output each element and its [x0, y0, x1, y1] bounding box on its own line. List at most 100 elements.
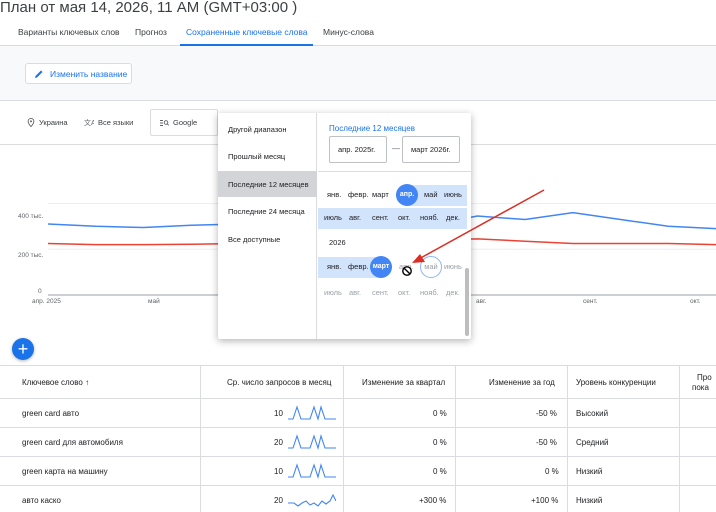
month-cell[interactable]: февр. [348, 190, 369, 199]
year-label: 2026 [329, 238, 346, 247]
month-cell[interactable]: февр. [348, 262, 369, 271]
month-cell-disabled: окт. [398, 288, 411, 297]
searches-cell: 10 [274, 467, 283, 476]
sort-arrow-icon: ↑ [85, 378, 90, 387]
x-tick-label: май [148, 298, 160, 305]
table-row[interactable]: green карта на машину 10 0 % 0 % Низкий [0, 457, 716, 486]
keyword-cell: green card для автомобиля [22, 438, 123, 447]
tab-saved-keywords[interactable]: Сохраненные ключевые слова [186, 27, 308, 37]
trend-sparkline [288, 434, 336, 450]
range-start-month[interactable]: апр. [396, 184, 418, 206]
month-cell[interactable]: июль [324, 213, 342, 222]
month-cell[interactable]: июнь [444, 190, 462, 199]
month-row-2025-second: июль авг. сент. окт. нояб. дек. [318, 208, 471, 229]
range-separator: — [392, 144, 400, 153]
table-row[interactable]: green card авто 10 0 % -50 % Высокий [0, 399, 716, 428]
header-keyword-label: Ключевое слово [22, 378, 83, 387]
month-cell-disabled: нояб. [420, 288, 439, 297]
month-cell[interactable]: янв. [327, 190, 341, 199]
month-cell[interactable]: март [372, 190, 389, 199]
current-month: май [420, 256, 442, 278]
rename-label: Изменить название [50, 68, 128, 79]
competition-cell: Средний [576, 438, 609, 447]
month-cell[interactable]: авг. [349, 213, 361, 222]
start-date-field[interactable]: апр. 2025г. [329, 136, 387, 163]
date-range-options: Другой диапазон Прошлый месяц Последние … [218, 113, 317, 339]
pencil-icon [35, 70, 43, 78]
header-quarter-change[interactable]: Изменение за квартал [362, 378, 445, 387]
month-cell[interactable]: май [424, 190, 438, 199]
range-end-month[interactable]: март [370, 256, 392, 278]
keyword-cell: green карта на машину [22, 467, 108, 476]
month-cell[interactable]: нояб. [420, 213, 439, 222]
language-filter[interactable]: 文A Все языки [84, 118, 133, 127]
page-title: План от мая 14, 2026, 11 AM (GMT+03:00 ) [0, 0, 298, 16]
month-cell[interactable]: окт. [398, 213, 410, 222]
rename-button[interactable]: Изменить название [25, 63, 132, 84]
option-last-month[interactable]: Прошлый месяц [218, 143, 317, 169]
header-year-change[interactable]: Изменение за год [489, 378, 555, 387]
quarter-change-cell: 0 % [433, 409, 447, 418]
option-last-24-months[interactable]: Последние 24 месяца [218, 198, 317, 224]
table-row[interactable]: авто каско 20 +300 % +100 % Низкий [0, 486, 716, 512]
y-tick-label: 0 [38, 288, 42, 295]
competition-cell: Низкий [576, 467, 603, 476]
quarter-change-cell: 0 % [433, 438, 447, 447]
table-row[interactable]: green card для автомобиля 20 0 % -50 % С… [0, 428, 716, 457]
year-change-cell: -50 % [536, 438, 557, 447]
range-title: Последние 12 месяцев [329, 124, 415, 133]
calendar-divider [318, 171, 471, 172]
tab-keyword-ideas[interactable]: Варианты ключевых слов [18, 27, 120, 37]
month-row-2026-second: июль авг. сент. окт. нояб. дек. [318, 283, 471, 304]
plus-icon: + [17, 339, 29, 359]
trend-sparkline [288, 493, 336, 507]
month-row-2025-first: янв. февр. март апр. май июнь [318, 184, 471, 206]
x-tick-label: авг. [476, 298, 487, 305]
quarter-change-cell: 0 % [433, 467, 447, 476]
network-label: Google [173, 118, 198, 127]
option-custom-range[interactable]: Другой диапазон [218, 116, 317, 142]
option-all-available[interactable]: Все доступные [218, 226, 317, 252]
month-row-2026-first: янв. февр. март апр. май июнь [318, 256, 471, 278]
keyword-cell: авто каско [22, 496, 61, 505]
location-filter[interactable]: Украина [27, 118, 68, 127]
header-partial-1: Про [697, 373, 712, 382]
month-cell[interactable]: сент. [372, 213, 389, 222]
month-cell-disabled: июнь [444, 262, 462, 271]
header-competition[interactable]: Уровень конкуренции [576, 378, 656, 387]
year-change-cell: -50 % [536, 409, 557, 418]
year-change-cell: 0 % [545, 467, 559, 476]
searches-cell: 20 [274, 438, 283, 447]
year-change-cell: +100 % [531, 496, 559, 505]
y-tick-label: 200 тыс. [18, 252, 44, 259]
tab-bar: Варианты ключевых слов Прогноз Сохраненн… [0, 22, 716, 46]
calendar-scrollbar[interactable] [465, 268, 469, 336]
month-cell-disabled: апр. [399, 262, 414, 271]
tab-forecast[interactable]: Прогноз [135, 27, 167, 37]
header-partial-2: пока [692, 383, 709, 392]
searches-cell: 20 [274, 496, 283, 505]
search-network-icon [160, 119, 169, 126]
month-cell-disabled: июль [324, 288, 342, 297]
x-tick-label: апр. 2025 [32, 298, 61, 305]
network-filter[interactable]: Google [150, 109, 218, 136]
date-range-popup: Другой диапазон Прошлый месяц Последние … [218, 113, 471, 339]
month-cell-disabled: сент. [372, 288, 389, 297]
location-pin-icon [27, 118, 35, 127]
y-tick-label: 400 тыс. [18, 213, 44, 220]
add-keyword-button[interactable]: + [12, 338, 34, 360]
option-last-12-months[interactable]: Последние 12 месяцев [218, 171, 317, 197]
month-cell-disabled: авг. [349, 288, 362, 297]
header-avg-searches[interactable]: Ср. число запросов в месяц [227, 378, 331, 387]
competition-cell: Высокий [576, 409, 609, 418]
searches-cell: 10 [274, 409, 283, 418]
table-header: Ключевое слово ↑ Ср. число запросов в ме… [0, 365, 716, 399]
keyword-cell: green card авто [22, 409, 80, 418]
month-cell[interactable]: янв. [327, 262, 341, 271]
header-keyword[interactable]: Ключевое слово ↑ [22, 378, 89, 387]
tab-negative-keywords[interactable]: Минус-слова [323, 27, 374, 37]
trend-sparkline [288, 405, 336, 421]
end-date-field[interactable]: март 2026г. [402, 136, 460, 163]
svg-text:文A: 文A [84, 118, 94, 127]
month-cell[interactable]: дек. [446, 213, 460, 222]
